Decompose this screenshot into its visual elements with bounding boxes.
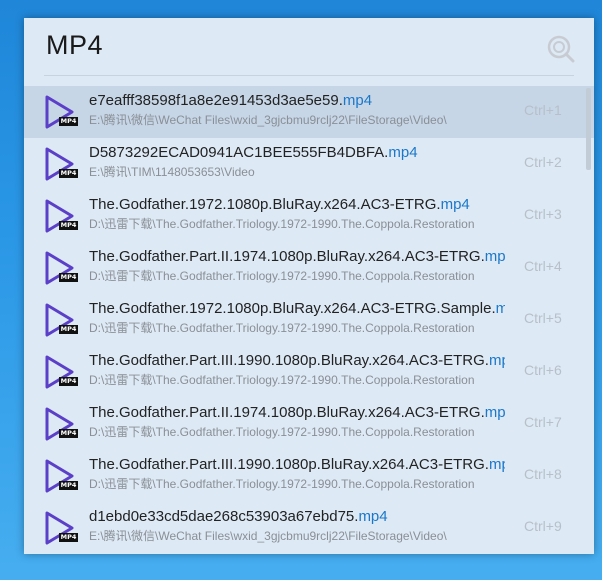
shortcut-hint: Ctrl+4 — [524, 258, 562, 274]
file-basename: The.Godfather.Part.III.1990.1080p.BluRay… — [89, 456, 489, 473]
result-row[interactable]: MP4 The.Godfather.Part.II.1974.1080p.Blu… — [24, 242, 594, 294]
shortcut-hint: Ctrl+1 — [524, 102, 562, 118]
file-name: D5873292ECAD0941AC1BEE555FB4DBFA.mp4 — [89, 143, 505, 163]
file-basename: d1ebd0e33cd5dae268c53903a67ebd75. — [89, 508, 359, 525]
file-name: e7eafff38598f1a8e2e91453d3ae5e59.mp4 — [89, 91, 505, 111]
file-basename: The.Godfather.Part.II.1974.1080p.BluRay.… — [89, 404, 485, 421]
file-type-badge: MP4 — [59, 221, 78, 230]
file-basename: D5873292ECAD0941AC1BEE555FB4DBFA. — [89, 144, 389, 161]
file-type-badge: MP4 — [59, 273, 78, 282]
file-basename: The.Godfather.Part.III.1990.1080p.BluRay… — [89, 352, 489, 369]
file-path: D:\迅雷下载\The.Godfather.Triology.1972-1990… — [89, 477, 475, 491]
file-type-badge: MP4 — [59, 169, 78, 178]
file-extension: mp4 — [358, 508, 388, 525]
video-file-icon: MP4 — [44, 510, 78, 546]
result-row[interactable]: MP4 e7eafff38598f1a8e2e91453d3ae5e59.mp4… — [24, 86, 594, 138]
shortcut-hint: Ctrl+3 — [524, 206, 562, 222]
file-type-badge: MP4 — [59, 533, 78, 542]
file-path: E:\腾讯\TIM\1148053653\Video — [89, 165, 255, 179]
shortcut-hint: Ctrl+9 — [524, 518, 562, 534]
video-file-icon: MP4 — [44, 302, 78, 338]
file-name: The.Godfather.Part.III.1990.1080p.BluRay… — [89, 351, 505, 371]
video-file-icon: MP4 — [44, 354, 78, 390]
file-path: D:\迅雷下载\The.Godfather.Triology.1972-1990… — [89, 425, 475, 439]
file-type-badge: MP4 — [59, 429, 78, 438]
video-file-icon: MP4 — [44, 146, 78, 182]
result-row[interactable]: MP4 d1ebd0e33cd5dae268c53903a67ebd75.mp4… — [24, 502, 594, 554]
video-file-icon: MP4 — [44, 94, 78, 130]
video-file-icon: MP4 — [44, 250, 78, 286]
file-basename: e7eafff38598f1a8e2e91453d3ae5e59. — [89, 92, 343, 109]
video-file-icon: MP4 — [44, 406, 78, 442]
shortcut-hint: Ctrl+8 — [524, 466, 562, 482]
file-extension: mp4 — [488, 456, 505, 473]
search-input[interactable]: MP4 — [46, 30, 103, 61]
video-file-icon: MP4 — [44, 458, 78, 494]
scrollbar-thumb[interactable] — [586, 88, 591, 170]
file-path: D:\迅雷下载\The.Godfather.Triology.1972-1990… — [89, 321, 475, 335]
header-divider — [44, 75, 574, 76]
file-type-badge: MP4 — [59, 117, 78, 126]
shortcut-hint: Ctrl+6 — [524, 362, 562, 378]
result-list: MP4 e7eafff38598f1a8e2e91453d3ae5e59.mp4… — [24, 86, 594, 554]
search-launcher-window: MP4 MP4 e7eafff38598f1a8e2e91453d3ae5e59… — [24, 18, 594, 554]
file-type-badge: MP4 — [59, 325, 78, 334]
file-name: The.Godfather.Part.III.1990.1080p.BluRay… — [89, 455, 505, 475]
shortcut-hint: Ctrl+5 — [524, 310, 562, 326]
result-row[interactable]: MP4 The.Godfather.1972.1080p.BluRay.x264… — [24, 294, 594, 346]
file-extension: mp4 — [440, 196, 470, 213]
file-extension: mp4 — [484, 404, 505, 421]
file-type-badge: MP4 — [59, 481, 78, 490]
file-extension: mp4 — [342, 92, 373, 109]
search-icon[interactable] — [544, 32, 576, 64]
video-file-icon: MP4 — [44, 198, 78, 234]
file-extension: mp4 — [388, 144, 418, 161]
file-path: D:\迅雷下载\The.Godfather.Triology.1972-1990… — [89, 269, 475, 283]
result-row[interactable]: MP4 The.Godfather.Part.III.1990.1080p.Bl… — [24, 450, 594, 502]
file-basename: The.Godfather.Part.II.1974.1080p.BluRay.… — [89, 248, 485, 265]
file-basename: The.Godfather.1972.1080p.BluRay.x264.AC3… — [89, 196, 441, 213]
file-extension: mp4 — [488, 352, 505, 369]
file-path: E:\腾讯\微信\WeChat Files\wxid_3gjcbmu9rclj2… — [89, 113, 447, 127]
file-path: E:\腾讯\微信\WeChat Files\wxid_3gjcbmu9rclj2… — [89, 529, 447, 543]
shortcut-hint: Ctrl+2 — [524, 154, 562, 170]
file-path: D:\迅雷下载\The.Godfather.Triology.1972-1990… — [89, 373, 475, 387]
file-extension: mp4 — [484, 248, 505, 265]
file-path: D:\迅雷下载\The.Godfather.Triology.1972-1990… — [89, 217, 475, 231]
file-basename: The.Godfather.1972.1080p.BluRay.x264.AC3… — [89, 300, 496, 317]
file-name: The.Godfather.Part.II.1974.1080p.BluRay.… — [89, 403, 505, 423]
file-extension: mp4 — [495, 300, 505, 317]
file-name: d1ebd0e33cd5dae268c53903a67ebd75.mp4 — [89, 507, 505, 527]
result-row[interactable]: MP4 The.Godfather.1972.1080p.BluRay.x264… — [24, 190, 594, 242]
file-name: The.Godfather.1972.1080p.BluRay.x264.AC3… — [89, 195, 505, 215]
shortcut-hint: Ctrl+7 — [524, 414, 562, 430]
result-row[interactable]: MP4 The.Godfather.Part.II.1974.1080p.Blu… — [24, 398, 594, 450]
result-row[interactable]: MP4 The.Godfather.Part.III.1990.1080p.Bl… — [24, 346, 594, 398]
file-name: The.Godfather.Part.II.1974.1080p.BluRay.… — [89, 247, 505, 267]
file-name: The.Godfather.1972.1080p.BluRay.x264.AC3… — [89, 299, 505, 319]
file-type-badge: MP4 — [59, 377, 78, 386]
result-row[interactable]: MP4 D5873292ECAD0941AC1BEE555FB4DBFA.mp4… — [24, 138, 594, 190]
